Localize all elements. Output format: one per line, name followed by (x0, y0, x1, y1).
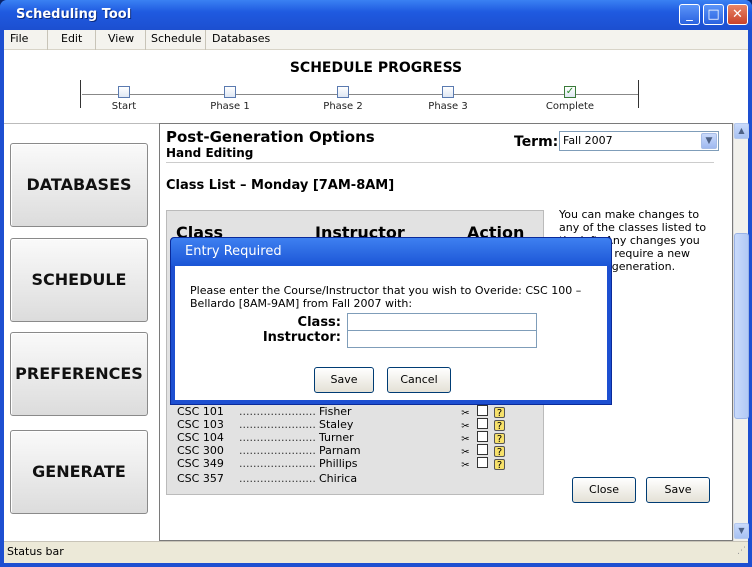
class-code: CSC 349 (177, 457, 224, 470)
instructor-name: Fisher (319, 405, 352, 418)
panel-title: Post-Generation Options (166, 128, 375, 146)
question-icon[interactable]: ? (494, 433, 505, 445)
progress-title: SCHEDULE PROGRESS (289, 60, 463, 76)
dot-leader: ...................... (239, 418, 316, 431)
schedule-button[interactable]: SCHEDULE (10, 238, 148, 322)
class-list-title: Class List – Monday [7AM-8AM] (166, 178, 395, 193)
step-complete: ✓ Complete (530, 86, 610, 112)
step-checkbox (118, 86, 130, 98)
save-button[interactable]: Save (646, 477, 710, 503)
close-button[interactable]: Close (572, 477, 636, 503)
step-label: Start (111, 101, 137, 112)
dot-leader: ...................... (239, 457, 316, 470)
instructor-name: Phillips (319, 457, 358, 470)
step-label: Phase 3 (428, 101, 468, 112)
minimize-button[interactable]: _ (679, 4, 700, 25)
question-icon[interactable]: ? (494, 459, 505, 471)
table-row: CSC 104 ...................... Turner ✂? (177, 431, 537, 445)
document-icon[interactable] (477, 444, 488, 455)
instructor-name: Staley (319, 418, 354, 431)
dialog-save-button[interactable]: Save (314, 367, 374, 393)
menu-schedule[interactable]: Schedule (146, 30, 206, 50)
progress-tick-right (638, 80, 639, 108)
instructor-name: Parnam (319, 444, 361, 457)
class-code: CSC 300 (177, 444, 224, 457)
class-code: CSC 104 (177, 431, 224, 444)
scroll-thumb[interactable] (734, 233, 749, 419)
document-icon[interactable] (477, 431, 488, 442)
dot-leader: ...................... (239, 431, 316, 444)
dialog-title[interactable]: Entry Required (171, 238, 611, 266)
dialog-cancel-button[interactable]: Cancel (387, 367, 451, 393)
menu-view[interactable]: View (96, 30, 146, 50)
status-bar: Status bar ⋰ (4, 541, 748, 563)
resize-grip-icon[interactable]: ⋰ (737, 541, 746, 561)
scissors-icon[interactable]: ✂ (460, 460, 471, 471)
maximize-button[interactable]: □ (703, 4, 724, 25)
dot-leader: ...................... (239, 444, 316, 457)
step-phase-1: Phase 1 (190, 86, 270, 112)
status-text: Status bar (7, 545, 64, 558)
chevron-down-icon[interactable]: ▼ (701, 133, 717, 149)
instructor-name: Turner (319, 431, 354, 444)
table-row: CSC 103 ...................... Staley ✂? (177, 418, 537, 432)
step-checkbox (224, 86, 236, 98)
scroll-down-icon[interactable]: ▼ (734, 523, 749, 539)
dot-leader: ...................... (239, 472, 316, 485)
step-label: Phase 2 (323, 101, 363, 112)
step-label: Phase 1 (210, 101, 250, 112)
panel-subtitle: Hand Editing (166, 146, 254, 160)
generate-button[interactable]: GENERATE (10, 430, 148, 514)
class-code: CSC 103 (177, 418, 224, 431)
entry-required-dialog: Entry Required Please enter the Course/I… (170, 237, 612, 405)
term-value: Fall 2007 (563, 134, 613, 147)
document-icon[interactable] (477, 405, 488, 416)
instructor-label: Instructor: (262, 330, 341, 345)
step-phase-2: Phase 2 (303, 86, 383, 112)
dialog-message: Please enter the Course/Instructor that … (190, 284, 582, 310)
progress-tick-left (80, 80, 81, 108)
table-row: CSC 300 ...................... Parnam ✂? (177, 444, 537, 458)
class-code: CSC 101 (177, 405, 224, 418)
document-icon[interactable] (477, 418, 488, 429)
question-icon[interactable]: ? (494, 407, 505, 419)
term-label: Term: (514, 134, 559, 150)
step-checkbox (337, 86, 349, 98)
menu-bar: File Edit View Schedule Databases (4, 30, 748, 50)
class-code: CSC 357 (177, 472, 224, 485)
dot-leader: ...................... (239, 405, 316, 418)
preferences-button[interactable]: PREFERENCES (10, 332, 148, 416)
term-select[interactable]: Fall 2007 ▼ (559, 131, 719, 151)
class-input[interactable] (347, 313, 537, 331)
step-label: Complete (545, 101, 595, 112)
document-icon[interactable] (477, 457, 488, 468)
table-row: CSC 101 ...................... Fisher ✂? (177, 405, 537, 419)
instructor-name: Chirica (319, 472, 358, 485)
table-row: CSC 357 ...................... Chirica (177, 472, 537, 485)
menu-file[interactable]: File (4, 30, 48, 50)
title-bar[interactable]: Scheduling Tool _ □ ✕ (0, 0, 752, 30)
question-icon[interactable]: ? (494, 420, 505, 432)
app-window: Scheduling Tool _ □ ✕ File Edit View Sch… (0, 0, 752, 567)
question-icon[interactable]: ? (494, 446, 505, 458)
close-window-button[interactable]: ✕ (727, 4, 748, 25)
check-icon: ✓ (564, 86, 576, 98)
step-start: Start (84, 86, 164, 112)
dialog-body: Please enter the Course/Instructor that … (175, 266, 607, 400)
vertical-scrollbar[interactable]: ▲ ▼ (733, 123, 749, 541)
step-checkbox (442, 86, 454, 98)
class-label: Class: (297, 315, 341, 330)
scroll-up-icon[interactable]: ▲ (734, 123, 749, 139)
step-phase-3: Phase 3 (408, 86, 488, 112)
menu-databases[interactable]: Databases (206, 30, 270, 50)
panel-divider (166, 162, 714, 163)
instructor-input[interactable] (347, 330, 537, 348)
databases-button[interactable]: DATABASES (10, 143, 148, 227)
window-title: Scheduling Tool (16, 7, 132, 22)
menu-edit[interactable]: Edit (48, 30, 96, 50)
table-row: CSC 349 ...................... Phillips … (177, 457, 537, 471)
